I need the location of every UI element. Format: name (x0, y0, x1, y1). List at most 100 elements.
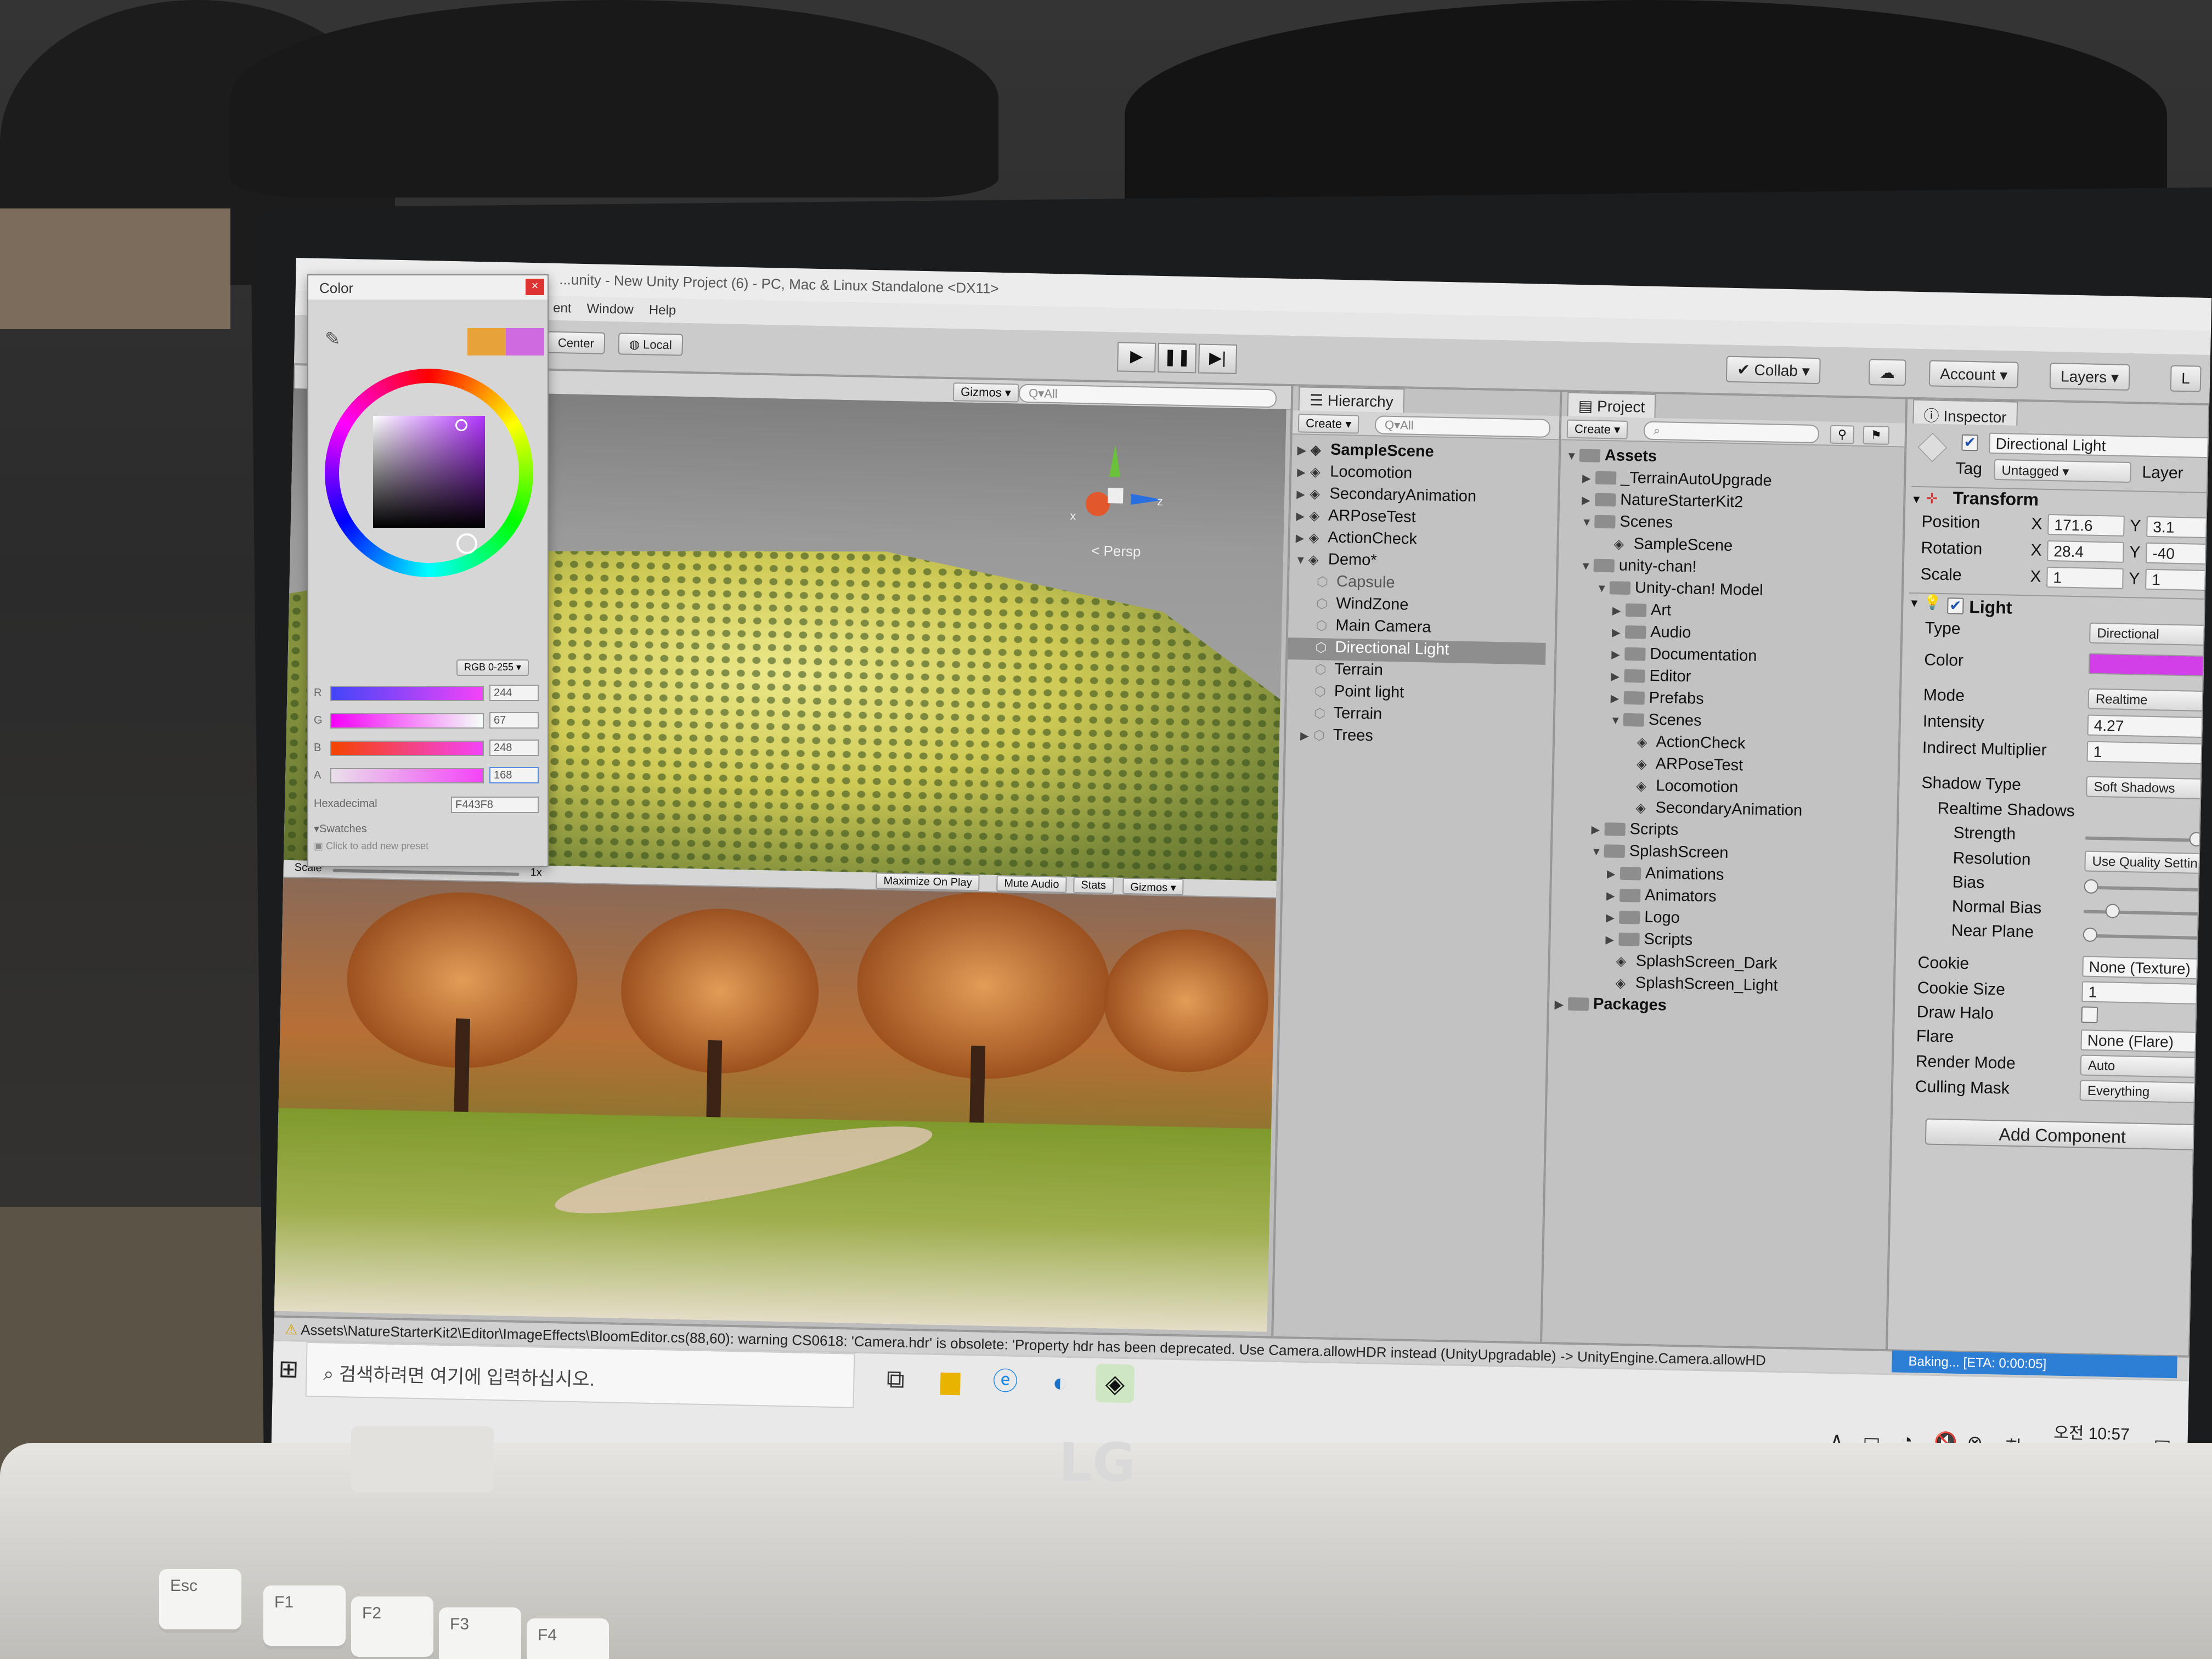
bias-slider-knob[interactable] (2084, 879, 2098, 894)
culling-mask-dropdown[interactable]: Everything (2079, 1080, 2207, 1104)
game-scale-slider[interactable] (332, 868, 520, 876)
collapse-arrow-icon[interactable]: ▼ (1610, 714, 1623, 727)
flare-field[interactable]: None (Flare) (2080, 1029, 2208, 1053)
project-item-splashscreen[interactable]: ▼ SplashScreen (1590, 842, 1729, 866)
pivot-local-button[interactable]: ◍ Local (618, 332, 684, 356)
position-y-field[interactable]: 3.1 (2146, 516, 2210, 539)
expand-arrow-icon[interactable]: ▶ (1606, 889, 1620, 902)
hierarchy-create-button[interactable]: Create ▾ (1297, 414, 1359, 434)
hierarchy-item-actioncheck[interactable]: ▶ ◈ ActionCheck (1295, 528, 1417, 552)
menu-item-help[interactable]: Help (649, 302, 676, 318)
light-mode-dropdown[interactable]: Realtime (2087, 688, 2210, 712)
hierarchy-search-input[interactable]: Q▾All (1374, 415, 1551, 438)
shadow-type-dropdown[interactable]: Soft Shadows (2086, 776, 2210, 800)
expand-arrow-icon[interactable]: ▶ (1591, 823, 1605, 837)
channel-g-field[interactable]: 67 (489, 712, 539, 729)
hierarchy-item-samplescene[interactable]: ▶ ◈ SampleScene (1297, 440, 1434, 465)
collapse-arrow-icon[interactable]: ▼ (1580, 560, 1593, 573)
expand-arrow-icon[interactable]: ▶ (1612, 603, 1626, 617)
position-x-field[interactable]: 171.6 (2047, 514, 2125, 537)
tab-inspector[interactable]: ⓘ Inspector (1912, 399, 2018, 426)
internet-explorer-icon[interactable]: ⓔ (986, 1362, 1025, 1401)
collapse-arrow-icon[interactable]: ▼ (1566, 450, 1579, 463)
project-item-scripts-2[interactable]: ▶ Scripts (1605, 929, 1692, 953)
project-item-animators[interactable]: ▶ Animators (1606, 885, 1717, 910)
project-item-prefabs[interactable]: ▶ Prefabs (1610, 688, 1704, 712)
expand-arrow-icon[interactable]: ▶ (1605, 933, 1619, 946)
channel-a-slider[interactable] (330, 768, 484, 783)
project-item-locomotion[interactable]: ◈ Locomotion (1636, 776, 1739, 800)
collapse-arrow-icon[interactable]: ▼ (1591, 846, 1604, 859)
unity-app-icon[interactable]: ◈ (1095, 1363, 1135, 1403)
expand-arrow-icon[interactable]: ▶ (1607, 867, 1621, 881)
color-picker-title-bar[interactable]: Color (308, 275, 548, 300)
cookie-field[interactable]: None (Texture) (2082, 956, 2209, 980)
collapse-arrow-icon[interactable]: ▼ (1596, 583, 1610, 595)
filter-by-label-button[interactable]: ⚑ (1863, 425, 1889, 445)
expand-arrow-icon[interactable]: ▶ (1297, 443, 1311, 457)
sv-picker-handle[interactable] (455, 419, 467, 431)
scene-gizmos-button[interactable]: Gizmos ▾ (952, 382, 1019, 403)
collapse-arrow-icon[interactable]: ▼ (1295, 554, 1308, 567)
hexadecimal-field[interactable]: F443F8 (451, 797, 539, 813)
project-item-art[interactable]: ▶ Art (1612, 600, 1672, 623)
add-component-button[interactable]: Add Component (1925, 1118, 2200, 1150)
project-item-samplescene[interactable]: ◈ SampleScene (1613, 534, 1733, 559)
active-checkbox[interactable]: ✔ (1961, 434, 1978, 452)
tab-hierarchy[interactable]: ☰ Hierarchy (1298, 386, 1405, 413)
key-f2[interactable]: F2 (351, 1596, 433, 1657)
swatch-add-preset[interactable]: ▣ Click to add new preset (314, 840, 428, 852)
expand-arrow-icon[interactable]: ▶ (1300, 729, 1314, 743)
expand-arrow-icon[interactable]: ▶ (1611, 669, 1624, 683)
collapse-arrow-icon[interactable]: ▼ (1909, 597, 1920, 610)
windows-start-icon[interactable]: ⊞ (278, 1355, 299, 1384)
color-picker-close-button[interactable]: × (526, 279, 544, 295)
indirect-multiplier-field[interactable]: 1 (2086, 741, 2210, 765)
project-item-animations[interactable]: ▶ Animations (1607, 864, 1724, 888)
hierarchy-item-windzone[interactable]: ⬡ WindZone (1316, 594, 1409, 618)
expand-arrow-icon[interactable]: ▶ (1555, 997, 1568, 1011)
channel-r-slider[interactable] (330, 686, 484, 701)
game-view[interactable] (274, 877, 1276, 1332)
hue-wheel-handle[interactable] (456, 533, 477, 554)
expand-arrow-icon[interactable]: ▶ (1610, 691, 1624, 705)
channel-g-slider[interactable] (330, 713, 484, 729)
hierarchy-item-demo[interactable]: ▼ ◈ Demo* (1295, 550, 1377, 573)
render-mode-dropdown[interactable]: Auto (2080, 1054, 2207, 1079)
collapse-arrow-icon[interactable]: ▼ (1581, 516, 1594, 529)
light-enabled-checkbox[interactable]: ✔ (1947, 597, 1964, 614)
project-item-splashscreen-light[interactable]: ◈ SplashScreen_Light (1615, 974, 1778, 999)
collab-button[interactable]: ✔ Collab ▾ (1725, 356, 1821, 385)
expand-arrow-icon[interactable]: ▶ (1611, 647, 1625, 661)
collapse-arrow-icon[interactable]: ▼ (1911, 494, 1922, 506)
light-color-swatch[interactable] (2088, 653, 2210, 677)
intensity-field[interactable]: 4.27 (2087, 714, 2210, 738)
taskbar-search-input[interactable]: ⌕ 검색하려면 여기에 입력하십시오. (305, 1341, 855, 1408)
project-item-unity-chan[interactable]: ▼ unity-chan! (1580, 556, 1697, 580)
scale-y-field[interactable]: 1 (2145, 568, 2210, 591)
hierarchy-item-terrain-2[interactable]: ⬡ Terrain (1314, 704, 1383, 727)
cookie-size-field[interactable]: 1 (2081, 981, 2209, 1005)
game-gizmos-button[interactable]: Gizmos ▾ (1122, 877, 1184, 896)
filter-by-type-button[interactable]: ⚲ (1830, 425, 1855, 444)
near-plane-slider-knob[interactable] (2083, 927, 2098, 943)
color-mode-dropdown[interactable]: RGB 0-255 ▾ (456, 659, 529, 676)
channel-a-field[interactable]: 168 (489, 767, 539, 783)
project-item-scenes-2[interactable]: ▼ Scenes (1610, 710, 1702, 733)
hierarchy-item-point-light[interactable]: ⬡ Point light (1314, 682, 1404, 706)
strength-slider[interactable] (2085, 836, 2206, 843)
hierarchy-item-locomotion[interactable]: ▶ ◈ Locomotion (1297, 462, 1413, 486)
object-name-field[interactable]: Directional Light (1989, 432, 2210, 459)
play-button[interactable]: ▶ (1116, 342, 1156, 373)
task-view-icon[interactable]: ⧉ (876, 1359, 915, 1398)
channel-b-slider[interactable] (330, 741, 484, 756)
menu-item-component[interactable]: ent (553, 301, 572, 317)
pivot-center-button[interactable]: Center (546, 331, 606, 354)
saturation-value-square[interactable] (373, 416, 485, 528)
hierarchy-item-trees[interactable]: ▶ ⬡ Trees (1300, 726, 1373, 749)
project-item-logo[interactable]: ▶ Logo (1606, 907, 1680, 931)
project-item-scenes[interactable]: ▼ Scenes (1581, 512, 1673, 535)
project-create-button[interactable]: Create ▾ (1566, 419, 1628, 439)
tag-dropdown[interactable]: Untagged ▾ (1994, 459, 2131, 483)
project-item-scripts[interactable]: ▶ Scripts (1591, 820, 1678, 843)
